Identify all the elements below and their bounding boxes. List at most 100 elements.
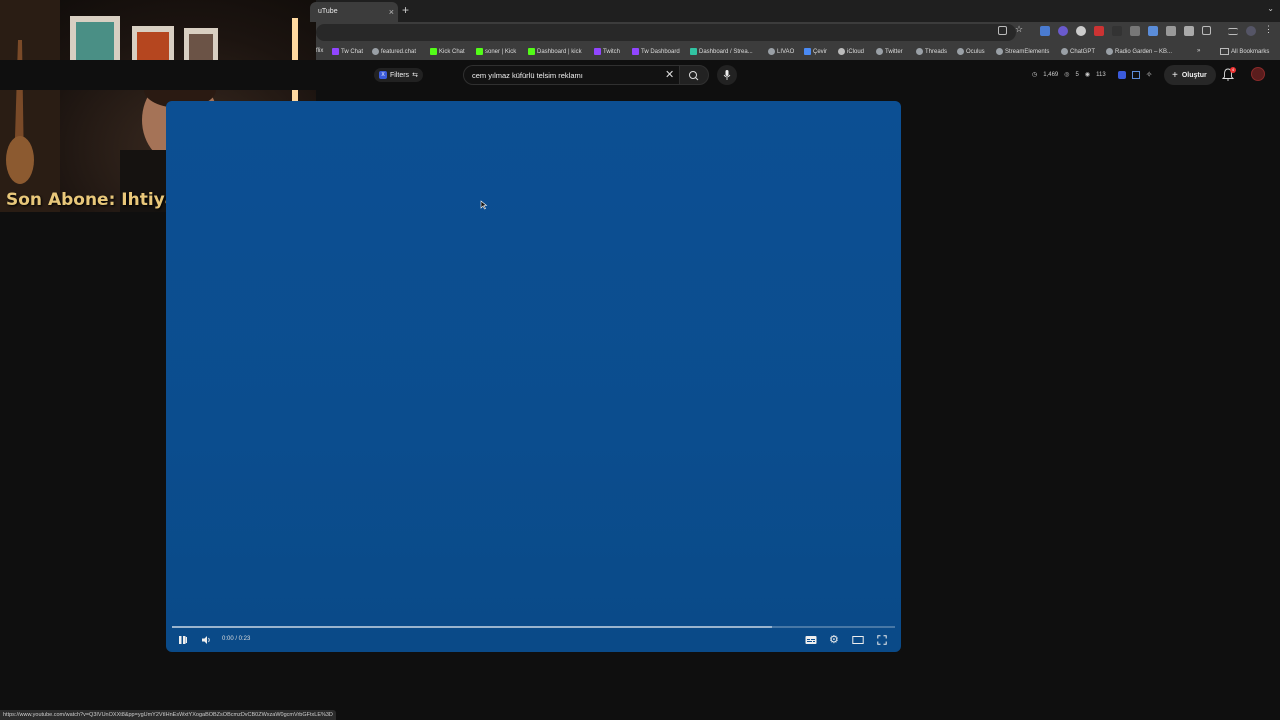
- browser-toolbar: ☆ ⋮: [316, 22, 1280, 44]
- tab-close-icon[interactable]: ×: [389, 2, 394, 22]
- filters-label: Filters: [390, 71, 410, 79]
- globe-icon: [916, 48, 923, 55]
- bookmark-item[interactable]: Kick Chat: [430, 48, 465, 55]
- extension-icon-1[interactable]: [1040, 26, 1050, 36]
- extension-icon-5[interactable]: [1112, 26, 1122, 36]
- bookmark-item[interactable]: featured.chat: [372, 48, 416, 55]
- live-icon: ◎: [1064, 72, 1070, 78]
- search-box[interactable]: cem yılmaz küfürlü telsim reklamı ✕: [463, 65, 679, 85]
- plus-icon: +: [1172, 69, 1178, 81]
- settings-gear-icon[interactable]: ⚙: [829, 633, 839, 646]
- extension-icon-8[interactable]: [1166, 26, 1176, 36]
- volume-icon[interactable]: [201, 635, 213, 645]
- status-bar-link: https://www.youtube.com/watch?v=Q3IVUnOX…: [0, 710, 336, 720]
- create-label: Oluştur: [1181, 71, 1207, 79]
- fullscreen-icon[interactable]: [877, 635, 887, 645]
- clock-icon: ◷: [1032, 72, 1038, 78]
- new-tab-button[interactable]: +: [402, 3, 409, 17]
- bookmark-item[interactable]: Dashboard | kick: [528, 48, 582, 55]
- twitch-icon: [332, 48, 339, 55]
- install-app-icon[interactable]: [998, 26, 1007, 35]
- folder-icon: [1220, 48, 1229, 55]
- bookmark-item[interactable]: iCloud: [838, 48, 864, 55]
- extension-icon-2[interactable]: [1058, 26, 1068, 36]
- browser-tab-strip: [316, 0, 1280, 22]
- theater-mode-icon[interactable]: [852, 635, 864, 645]
- pause-icon[interactable]: [178, 635, 188, 645]
- kick-icon: [476, 48, 483, 55]
- pin-icon[interactable]: ✧: [1146, 70, 1153, 79]
- globe-icon: [996, 48, 1003, 55]
- translate-icon: [804, 48, 811, 55]
- globe-icon: [768, 48, 775, 55]
- streamlabs-icon: [690, 48, 697, 55]
- eye-icon: ◉: [1084, 72, 1091, 78]
- youtube-header: X Filters ⇆ cem yılmaz küfürlü telsim re…: [0, 60, 1280, 90]
- globe-icon: [1106, 48, 1113, 55]
- kick-icon: [528, 48, 535, 55]
- views-value: 113: [1096, 71, 1106, 78]
- tab-title: uTube: [318, 8, 338, 15]
- extension-icon-7[interactable]: [1148, 26, 1158, 36]
- kick-icon: [430, 48, 437, 55]
- extension-icon-9[interactable]: [1184, 26, 1194, 36]
- bookmark-item[interactable]: soner | Kick: [476, 48, 516, 55]
- bookmark-item[interactable]: ChatGPT: [1061, 48, 1095, 55]
- search-icon: [689, 71, 699, 81]
- voice-search-button[interactable]: [717, 65, 737, 85]
- notification-count-badge: 4: [1230, 67, 1236, 73]
- apple-icon: [838, 48, 845, 55]
- extension-icon-3[interactable]: [1076, 26, 1086, 36]
- twitch-icon: [632, 48, 639, 55]
- time-display: 0:00 / 0:23: [222, 636, 251, 642]
- address-bar[interactable]: [316, 24, 1016, 41]
- globe-icon: [876, 48, 883, 55]
- live-value: 5: [1075, 71, 1079, 78]
- watch-time-value: 1,469: [1043, 71, 1059, 78]
- channel-stats: ◷ 1,469 ◎ 5 ◉ 113 ✧: [1032, 70, 1152, 79]
- bookmark-item[interactable]: StreamElements: [996, 48, 1049, 55]
- all-bookmarks-button[interactable]: All Bookmarks: [1220, 48, 1269, 55]
- bookmark-item[interactable]: Tw Chat: [332, 48, 363, 55]
- subtitles-icon[interactable]: [805, 635, 817, 645]
- bookmark-item[interactable]: Tw Dashboard: [632, 48, 680, 55]
- tab-search-chevron-icon[interactable]: ⌄: [1267, 4, 1274, 13]
- bookmark-item[interactable]: Radio Garden – KB...: [1106, 48, 1172, 55]
- filters-extension-badge: X: [379, 71, 387, 79]
- filters-button[interactable]: X Filters ⇆: [374, 68, 423, 82]
- bookmark-item[interactable]: Oculus: [957, 48, 985, 55]
- bookmark-item[interactable]: Çevir: [804, 48, 827, 55]
- extensions-puzzle-icon[interactable]: [1202, 26, 1211, 35]
- clear-search-icon[interactable]: ✕: [665, 69, 674, 81]
- search-button[interactable]: [679, 65, 709, 85]
- globe-icon: [1061, 48, 1068, 55]
- bookmark-item[interactable]: LIVAO: [768, 48, 794, 55]
- extension-x-icon[interactable]: [1117, 70, 1126, 79]
- search-input[interactable]: cem yılmaz küfürlü telsim reklamı: [472, 71, 583, 80]
- bookmarks-bar: flix Tw Chat featured.chat Kick Chat son…: [316, 44, 1280, 60]
- sliders-icon: ⇆: [412, 72, 418, 79]
- player-controls: 0:00 / 0:23 ⚙: [166, 628, 901, 652]
- video-player[interactable]: 0:00 / 0:23 ⚙: [166, 101, 901, 652]
- bookmark-item[interactable]: Twitch: [594, 48, 620, 55]
- bookmark-item[interactable]: Twitter: [876, 48, 903, 55]
- bookmark-item[interactable]: flix: [316, 48, 323, 54]
- bookmark-item[interactable]: Dashboard / Strea...: [690, 48, 753, 55]
- globe-icon: [372, 48, 379, 55]
- browser-tab-youtube[interactable]: uTube ×: [310, 2, 398, 22]
- bookmarks-overflow-button[interactable]: »: [1197, 48, 1200, 54]
- microphone-icon: [723, 70, 731, 80]
- profile-avatar-icon[interactable]: [1246, 26, 1256, 36]
- queue-icon[interactable]: [1131, 70, 1140, 79]
- twitch-icon: [594, 48, 601, 55]
- browser-menu-icon[interactable]: ⋮: [1264, 24, 1274, 34]
- globe-icon: [957, 48, 964, 55]
- extension-icon-6[interactable]: [1130, 26, 1140, 36]
- bookmark-star-icon[interactable]: ☆: [1015, 24, 1025, 34]
- account-avatar[interactable]: [1251, 67, 1265, 81]
- create-button[interactable]: + Oluştur: [1164, 65, 1216, 85]
- media-control-icon[interactable]: [1228, 28, 1238, 35]
- mouse-cursor-icon: [480, 200, 488, 210]
- extension-icon-4[interactable]: [1094, 26, 1104, 36]
- bookmark-item[interactable]: Threads: [916, 48, 947, 55]
